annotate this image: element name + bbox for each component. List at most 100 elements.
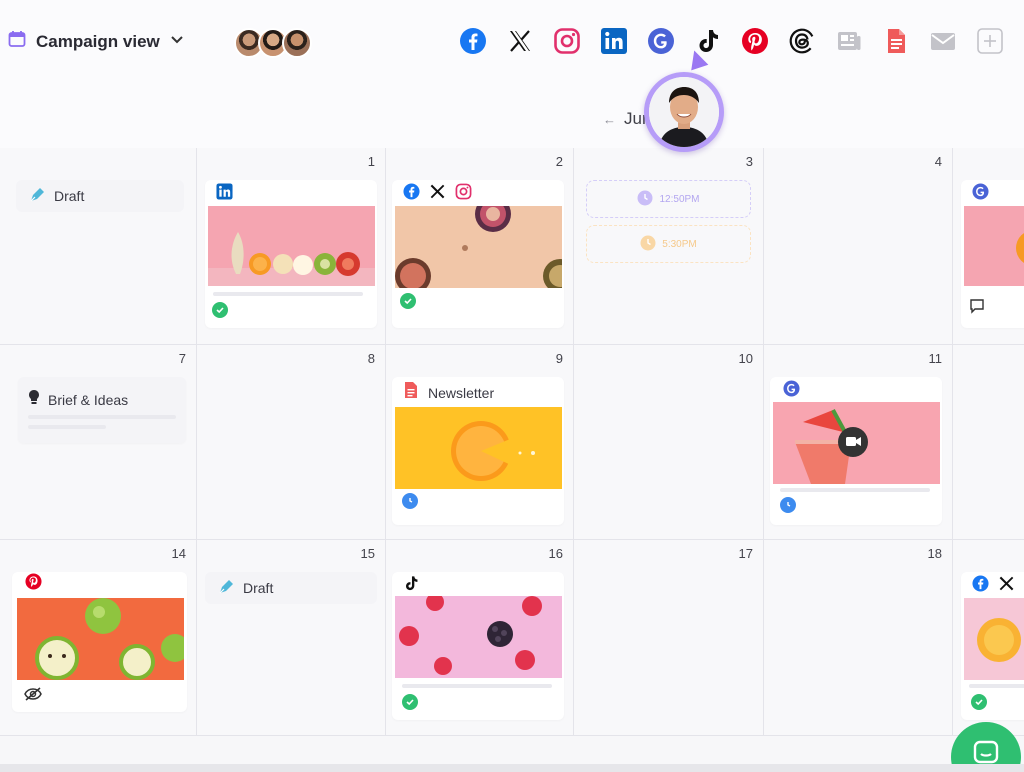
- calendar-cell[interactable]: 3 12:50PM 5:30PM: [574, 148, 764, 345]
- calendar-cell[interactable]: 9 Newsletter: [386, 345, 574, 540]
- mail-icon: [931, 33, 955, 50]
- caption-placeholder: [969, 684, 1024, 688]
- google-channel-button[interactable]: [646, 26, 676, 56]
- linkedin-icon: [215, 182, 233, 200]
- calendar-cell[interactable]: 7 Brief & Ideas: [0, 345, 197, 540]
- news-channel-button[interactable]: [834, 26, 864, 56]
- scheduled-slot[interactable]: 12:50PM: [586, 180, 751, 218]
- newsletter-card[interactable]: Newsletter: [392, 377, 564, 525]
- caption-placeholder: [780, 488, 930, 492]
- add-channel-button[interactable]: [975, 26, 1005, 56]
- post-card[interactable]: [770, 377, 942, 525]
- published-check-icon: [971, 694, 987, 710]
- slot-time: 12:50PM: [659, 193, 700, 205]
- calendar-cell[interactable]: [953, 345, 1024, 540]
- published-check-icon: [402, 694, 418, 710]
- facebook-icon: [402, 182, 420, 200]
- facebook-channel-button[interactable]: [458, 26, 488, 56]
- newsletter-label: Newsletter: [428, 384, 495, 401]
- calendar-cell[interactable]: [953, 540, 1024, 736]
- post-card[interactable]: [961, 572, 1024, 720]
- calendar-cell[interactable]: [953, 148, 1024, 345]
- post-card[interactable]: [392, 180, 564, 328]
- post-image-figs: [395, 206, 562, 288]
- calendar-cell[interactable]: 15 Draft: [197, 540, 386, 736]
- calendar-grid: ← Jun Draft 1 2 3 12:50PM 5:30PM 4 7 Bri…: [0, 86, 1024, 772]
- day-number: 2: [555, 154, 563, 169]
- threads-icon: [789, 28, 815, 54]
- calendar-cell[interactable]: 4: [764, 148, 953, 345]
- view-switcher[interactable]: Campaign view: [8, 30, 184, 53]
- x-channel-button[interactable]: [505, 26, 535, 56]
- calendar-cell[interactable]: 16: [386, 540, 574, 736]
- post-image-berries: [395, 596, 562, 678]
- newspaper-icon: [838, 32, 861, 50]
- calendar-cell[interactable]: 10: [574, 345, 764, 540]
- newsletter-channel-button[interactable]: [881, 26, 911, 56]
- calendar-cell[interactable]: 11: [764, 345, 953, 540]
- google-icon: [971, 182, 989, 200]
- x-icon: [428, 182, 446, 200]
- x-icon: [510, 30, 530, 52]
- brief-placeholder-line: [28, 415, 176, 419]
- post-image-apples: [17, 598, 184, 680]
- facebook-icon: [460, 28, 486, 54]
- scheduled-clock-icon: [780, 497, 796, 513]
- caption-placeholder: [213, 292, 363, 296]
- post-card[interactable]: [961, 180, 1024, 328]
- day-number: 18: [927, 546, 942, 561]
- published-check-icon: [400, 293, 416, 309]
- calendar-cell[interactable]: 18: [764, 540, 953, 736]
- calendar-cell[interactable]: 1: [197, 148, 386, 345]
- email-channel-button[interactable]: [928, 26, 958, 56]
- prev-month-arrow[interactable]: ←: [603, 112, 616, 127]
- calendar-cell[interactable]: 8: [197, 345, 386, 540]
- instagram-icon: [454, 182, 472, 200]
- post-image-fruits: [208, 206, 375, 286]
- caption-placeholder: [402, 684, 552, 688]
- slot-time: 5:30PM: [662, 238, 697, 250]
- brief-placeholder-line: [28, 425, 106, 429]
- scheduled-slot[interactable]: 5:30PM: [586, 225, 751, 263]
- day-number: 10: [738, 351, 753, 366]
- calendar-cell[interactable]: 17: [574, 540, 764, 736]
- linkedin-icon: [601, 28, 627, 54]
- instagram-channel-button[interactable]: [552, 26, 582, 56]
- draft-label: Draft: [243, 580, 274, 596]
- post-image-watermelon-drink: [773, 402, 940, 484]
- bottom-scrollbar[interactable]: [0, 764, 1024, 772]
- post-card[interactable]: [12, 572, 187, 712]
- lightbulb-icon: [28, 389, 40, 410]
- day-number: 9: [555, 351, 563, 366]
- pen-icon: [28, 186, 46, 207]
- document-icon: [404, 381, 418, 404]
- calendar-cell[interactable]: Draft: [0, 148, 197, 345]
- post-card[interactable]: [205, 180, 377, 328]
- day-number: 3: [745, 154, 753, 169]
- facebook-icon: [971, 574, 989, 592]
- day-number: 15: [360, 546, 375, 561]
- linkedin-channel-button[interactable]: [599, 26, 629, 56]
- collaborator-avatars[interactable]: [234, 28, 312, 58]
- month-navigation: ← Jun: [0, 86, 1024, 148]
- active-collaborator-avatar[interactable]: [644, 72, 724, 152]
- draft-item[interactable]: Draft: [16, 180, 184, 212]
- calendar-cell[interactable]: 14: [0, 540, 197, 736]
- avatar[interactable]: [282, 28, 312, 58]
- tiktok-icon: [402, 574, 420, 592]
- post-card[interactable]: [392, 572, 564, 720]
- day-number: 4: [934, 154, 942, 169]
- day-number: 14: [171, 546, 186, 561]
- hidden-eye-icon: [24, 686, 42, 707]
- scheduled-clock-icon: [402, 493, 418, 509]
- document-icon: [888, 29, 905, 53]
- instagram-icon: [554, 28, 580, 54]
- pinterest-channel-button[interactable]: [740, 26, 770, 56]
- plus-icon: [977, 28, 1003, 54]
- calendar-cell[interactable]: 2: [386, 148, 574, 345]
- google-icon: [648, 28, 674, 54]
- pinterest-icon: [24, 572, 42, 590]
- brief-card[interactable]: Brief & Ideas: [18, 377, 186, 443]
- draft-item[interactable]: Draft: [205, 572, 377, 604]
- threads-channel-button[interactable]: [787, 26, 817, 56]
